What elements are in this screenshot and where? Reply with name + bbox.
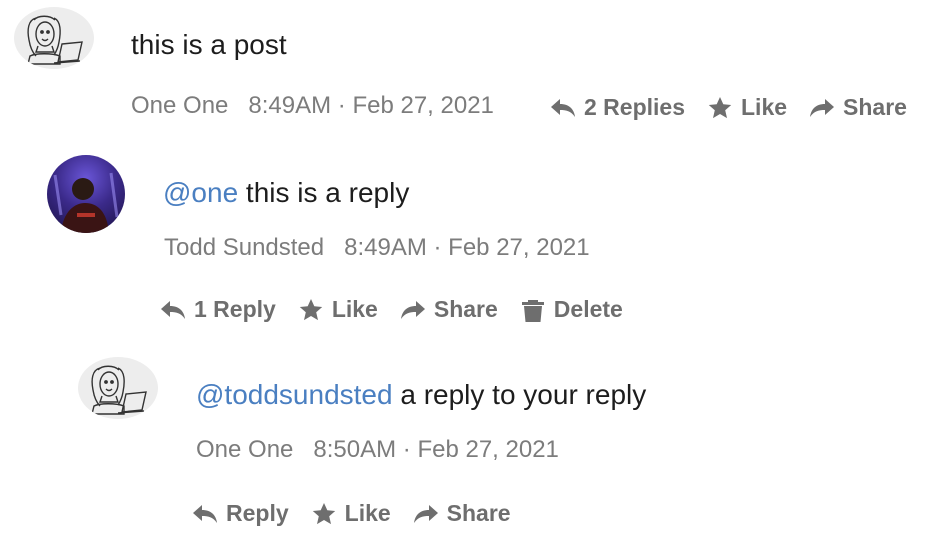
reply2-body: a reply to your reply [400,379,647,410]
post-like-label: Like [741,94,788,120]
trash-icon [520,298,546,322]
reply2-share-button[interactable]: Share [413,500,511,527]
sketch-person-laptop-icon [78,357,158,419]
reply1-share-button[interactable]: Share [400,296,498,323]
reply2-like-button[interactable]: Like [311,500,391,527]
reply1-text: @one this is a reply [163,177,409,209]
reply1-meta: Todd Sundsted 8:49AM · Feb 27, 2021 [164,234,590,262]
reply1-actions: 1 Reply Like Share Delete [160,296,645,323]
reply1-author[interactable]: Todd Sundsted [164,234,324,261]
reply1-share-label: Share [433,296,498,322]
post-actions: 2 Replies Like Share [550,94,929,121]
reply1-author-avatar[interactable] [47,155,125,233]
reply2-share-label: Share [446,500,511,526]
post-like-button[interactable]: Like [707,94,787,121]
reply-icon [160,298,186,322]
reply2-author[interactable]: One One [196,436,293,463]
post-replies-label: 2 Replies [584,94,685,120]
reply1-like-label: Like [331,296,378,322]
reply1-replies-button[interactable]: 1 Reply [160,296,276,323]
reply2-like-label: Like [344,500,391,526]
reply1-replies-label: 1 Reply [194,296,276,322]
reply2-mention[interactable]: @toddsundsted [196,379,393,410]
post-author[interactable]: One One [131,92,228,119]
reply-icon [192,502,218,526]
share-icon [809,96,835,120]
reply1-delete-button[interactable]: Delete [520,296,623,323]
post-author-avatar[interactable] [14,7,94,69]
star-icon [707,96,733,120]
post-meta: One One 8:49AM · Feb 27, 2021 [131,92,494,120]
sketch-person-laptop-icon [14,7,94,69]
reply2-reply-button[interactable]: Reply [192,500,289,527]
reply1-like-button[interactable]: Like [298,296,378,323]
person-photo-icon [53,172,119,233]
reply2-text: @toddsundsted a reply to your reply [196,379,646,411]
reply1-body: this is a reply [245,177,410,208]
reply1-mention[interactable]: @one [163,177,238,208]
reply2-actions: Reply Like Share [192,500,533,527]
post-share-label: Share [843,94,907,120]
reply2-author-avatar[interactable] [78,357,158,419]
post-text: this is a post [131,29,287,60]
reply2-meta: One One 8:50AM · Feb 27, 2021 [196,436,559,464]
post-timestamp: 8:49AM · Feb 27, 2021 [248,92,494,119]
reply-icon [550,96,576,120]
reply2-reply-label: Reply [226,500,289,526]
post-share-button[interactable]: Share [809,94,907,121]
share-icon [413,502,439,526]
reply2-timestamp: 8:50AM · Feb 27, 2021 [313,436,559,463]
post-replies-button[interactable]: 2 Replies [550,94,685,121]
reply1-delete-label: Delete [553,296,623,322]
reply1-timestamp: 8:49AM · Feb 27, 2021 [344,234,590,261]
star-icon [298,298,324,322]
star-icon [311,502,337,526]
share-icon [400,298,426,322]
